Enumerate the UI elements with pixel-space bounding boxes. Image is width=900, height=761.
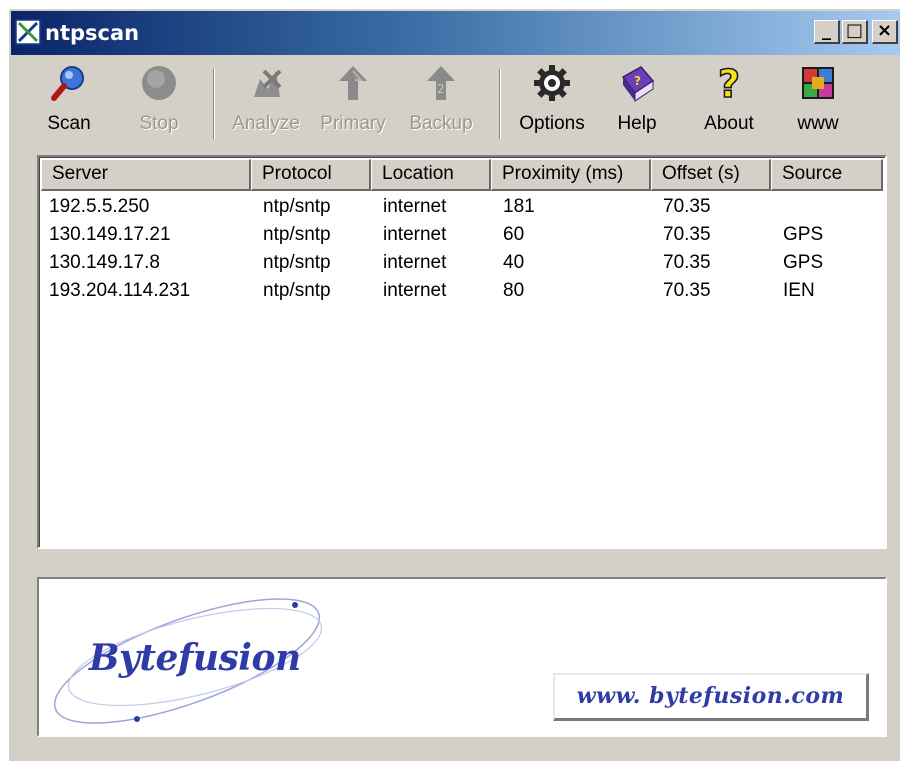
question-mark-icon: ? — [717, 63, 741, 103]
primary-button[interactable]: Primary — [313, 63, 393, 143]
protocol-cell: ntp/sntp — [263, 224, 331, 245]
proximity-cell: 60 — [503, 224, 525, 245]
stop-icon — [142, 66, 176, 100]
source-cell: GPS — [783, 224, 824, 245]
help-label: Help — [617, 113, 657, 134]
toolbar-separator — [499, 69, 501, 139]
options-button[interactable]: Options — [509, 63, 595, 143]
branding-panel: Bytefusion www. bytefusion.com — [37, 577, 887, 737]
backup-label: Backup — [409, 113, 473, 134]
server-cell: 130.149.17.8 — [49, 252, 160, 273]
column-header-source[interactable]: Source — [771, 159, 883, 191]
proximity-cell: 181 — [503, 196, 535, 217]
column-header-protocol[interactable]: Protocol — [251, 159, 371, 191]
app-window: ntpscan _ □ × Scan Stop Analyze Primary … — [8, 8, 900, 761]
server-list[interactable]: Server Protocol Location Proximity (ms) … — [37, 155, 887, 549]
web-tiles-icon — [802, 67, 834, 99]
www-button[interactable]: www — [785, 63, 851, 143]
backup-button[interactable]: 2 Backup — [401, 63, 481, 143]
gear-icon — [534, 65, 570, 101]
about-label: About — [704, 113, 754, 134]
close-button[interactable]: × — [872, 20, 898, 44]
backup-arrow-icon: 2 — [427, 66, 455, 100]
protocol-cell: ntp/sntp — [263, 196, 331, 217]
window-title: ntpscan — [45, 21, 140, 45]
svg-text:?: ? — [634, 74, 641, 88]
svg-text:?: ? — [718, 63, 740, 103]
app-icon — [15, 19, 41, 45]
list-header: Server Protocol Location Proximity (ms) … — [41, 159, 885, 191]
stop-label: Stop — [139, 113, 179, 134]
analyze-label: Analyze — [232, 113, 300, 134]
scan-label: Scan — [47, 113, 91, 134]
toolbar-separator — [213, 69, 215, 139]
primary-arrow-icon — [339, 66, 367, 100]
svg-text:2: 2 — [437, 82, 445, 96]
title-bar[interactable]: ntpscan _ □ × — [11, 11, 900, 55]
table-row[interactable]: 193.204.114.231 ntp/sntp internet 80 70.… — [41, 277, 885, 305]
location-cell: internet — [383, 196, 447, 217]
table-row[interactable]: 130.149.17.21 ntp/sntp internet 60 70.35… — [41, 221, 885, 249]
stop-button[interactable]: Stop — [127, 63, 191, 143]
offset-cell: 70.35 — [663, 196, 711, 217]
proximity-cell: 80 — [503, 280, 525, 301]
server-cell: 193.204.114.231 — [49, 280, 191, 301]
scan-button[interactable]: Scan — [39, 63, 99, 143]
table-row[interactable]: 130.149.17.8 ntp/sntp internet 40 70.35 … — [41, 249, 885, 277]
www-label: www — [797, 113, 839, 134]
column-header-location[interactable]: Location — [371, 159, 491, 191]
source-cell: IEN — [783, 280, 815, 301]
source-cell: GPS — [783, 252, 824, 273]
offset-cell: 70.35 — [663, 252, 711, 273]
protocol-cell: ntp/sntp — [263, 280, 331, 301]
website-link[interactable]: www. bytefusion.com — [553, 673, 869, 721]
column-header-proximity[interactable]: Proximity (ms) — [491, 159, 651, 191]
toolbar: Scan Stop Analyze Primary 2 Backup Optio… — [9, 57, 900, 145]
minimize-button[interactable]: _ — [814, 20, 840, 44]
help-button[interactable]: ? Help — [607, 63, 667, 143]
about-button[interactable]: ? About — [693, 63, 765, 143]
protocol-cell: ntp/sntp — [263, 252, 331, 273]
column-header-server[interactable]: Server — [41, 159, 251, 191]
server-cell: 130.149.17.21 — [49, 224, 171, 245]
offset-cell: 70.35 — [663, 224, 711, 245]
bytefusion-logo-text: Bytefusion — [89, 637, 301, 679]
location-cell: internet — [383, 280, 447, 301]
analyze-button[interactable]: Analyze — [223, 63, 309, 143]
magnifier-icon — [51, 66, 84, 101]
options-label: Options — [519, 113, 585, 134]
table-row[interactable]: 192.5.5.250 ntp/sntp internet 181 70.35 — [41, 193, 885, 221]
proximity-cell: 40 — [503, 252, 525, 273]
maximize-button[interactable]: □ — [842, 20, 868, 44]
offset-cell: 70.35 — [663, 280, 711, 301]
primary-label: Primary — [320, 113, 386, 134]
server-cell: 192.5.5.250 — [49, 196, 150, 217]
location-cell: internet — [383, 224, 447, 245]
location-cell: internet — [383, 252, 447, 273]
help-book-icon: ? — [621, 66, 655, 102]
analyze-icon — [254, 69, 282, 97]
column-header-offset[interactable]: Offset (s) — [651, 159, 771, 191]
